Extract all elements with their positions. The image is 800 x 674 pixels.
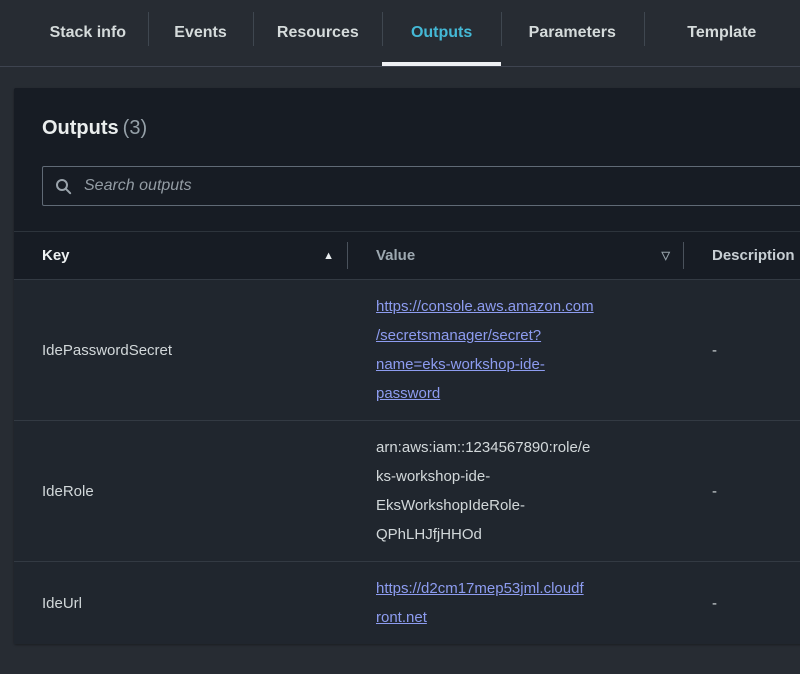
- page-title: Outputs(3): [42, 114, 800, 142]
- outputs-title-text: Outputs: [42, 117, 119, 139]
- tab-parameters[interactable]: Parameters: [501, 0, 644, 66]
- tab-label: Template: [687, 24, 756, 42]
- stack-detail-tabs: Stack info Events Resources Outputs Para…: [0, 0, 800, 67]
- tab-label: Stack info: [50, 24, 126, 42]
- search-icon: [55, 178, 72, 195]
- output-key: IdePasswordSecret: [14, 280, 348, 420]
- output-description: -: [684, 421, 800, 561]
- column-header-key[interactable]: Key ▲: [14, 232, 348, 279]
- output-key: IdeRole: [14, 421, 348, 561]
- sort-ascending-icon: ▲: [323, 250, 334, 262]
- tab-stack-info[interactable]: Stack info: [28, 0, 148, 66]
- table-header-row: Key ▲ Value ▽ Description: [14, 232, 800, 280]
- output-value-cell: https://d2cm17mep53jml.cloudf ront.net: [348, 562, 684, 644]
- outputs-panel-header: Outputs(3): [14, 88, 800, 142]
- output-value-link[interactable]: https://console.aws.amazon.com /secretsm…: [376, 292, 594, 408]
- tab-label: Resources: [277, 24, 359, 42]
- outputs-table: Key ▲ Value ▽ Description IdePasswordSec…: [14, 231, 800, 644]
- output-description: -: [684, 280, 800, 420]
- tab-resources[interactable]: Resources: [253, 0, 382, 66]
- tab-label: Outputs: [411, 24, 472, 42]
- tab-template[interactable]: Template: [644, 0, 800, 66]
- tab-label: Events: [174, 24, 226, 42]
- outputs-count: (3): [123, 117, 147, 139]
- column-label: Key: [42, 247, 70, 264]
- column-header-description[interactable]: Description: [684, 232, 800, 279]
- search-input[interactable]: [82, 176, 800, 196]
- output-description: -: [684, 562, 800, 644]
- output-value-cell: arn:aws:iam::1234567890:role/e ks-worksh…: [348, 421, 684, 561]
- sort-descending-icon: ▽: [662, 249, 670, 262]
- column-header-value[interactable]: Value ▽: [348, 232, 684, 279]
- tab-label: Parameters: [529, 24, 616, 42]
- outputs-panel: Outputs(3) Key ▲ Value ▽ Description Ide…: [14, 88, 800, 644]
- column-label: Description: [712, 247, 795, 264]
- search-box: [42, 166, 800, 206]
- output-value-cell: https://console.aws.amazon.com /secretsm…: [348, 280, 684, 420]
- tab-outputs[interactable]: Outputs: [382, 0, 501, 66]
- table-row: IdeRole arn:aws:iam::1234567890:role/e k…: [14, 420, 800, 561]
- table-row: IdePasswordSecret https://console.aws.am…: [14, 280, 800, 420]
- column-label: Value: [376, 247, 415, 264]
- output-value-link[interactable]: https://d2cm17mep53jml.cloudf ront.net: [376, 574, 584, 632]
- table-row: IdeUrl https://d2cm17mep53jml.cloudf ron…: [14, 561, 800, 644]
- output-key: IdeUrl: [14, 562, 348, 644]
- tab-events[interactable]: Events: [148, 0, 254, 66]
- output-value-text: arn:aws:iam::1234567890:role/e ks-worksh…: [376, 433, 590, 549]
